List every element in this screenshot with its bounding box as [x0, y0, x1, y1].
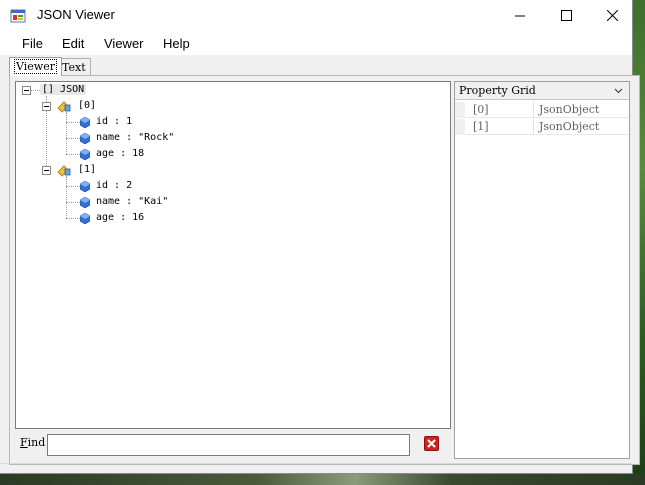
property-row[interactable]: [1] JsonObject: [455, 119, 629, 135]
window-title: JSON Viewer: [37, 7, 115, 22]
tab-text-label: Text: [62, 61, 86, 74]
tree-connector: [66, 186, 80, 187]
tree-connector: [66, 154, 80, 155]
tree-connector: [66, 138, 80, 139]
maximize-icon: [560, 10, 572, 21]
tree-leaf[interactable]: id : 1: [94, 115, 134, 129]
maximize-button[interactable]: [543, 0, 589, 31]
tree-leaf[interactable]: name : "Kai": [94, 195, 170, 209]
menu-help[interactable]: Help: [163, 36, 190, 51]
tree-connector: [66, 218, 80, 219]
tree-node-item[interactable]: [0]: [76, 99, 98, 113]
tree-leaf[interactable]: age : 18: [94, 147, 146, 161]
tree-connector: [31, 90, 40, 91]
json-property-icon: [80, 213, 90, 224]
property-separator: [533, 119, 534, 135]
close-icon: [606, 10, 618, 21]
tree-connector: [66, 112, 67, 154]
tree-leaf[interactable]: age : 16: [94, 211, 146, 225]
minimize-button[interactable]: [497, 0, 543, 31]
collapse-toggle-node-0[interactable]: [42, 102, 51, 111]
tree-leaf-label: id : 2: [96, 180, 133, 191]
property-row-gutter: [455, 119, 465, 135]
find-label: Find: [20, 436, 45, 449]
tree-connector: [66, 176, 67, 218]
tab-viewer-label: Viewer: [14, 59, 57, 74]
json-property-icon: [80, 133, 90, 144]
app-window: JSON Viewer File Edit Viewer Help Viewer…: [0, 0, 640, 474]
find-label-accelerator: F: [20, 436, 28, 449]
property-key: [0]: [473, 103, 489, 116]
property-value: JsonObject: [539, 120, 600, 133]
chevron-down-icon: [614, 88, 623, 94]
tree-node-label: [1]: [78, 164, 97, 175]
tab-text[interactable]: Text: [57, 58, 91, 76]
menu-viewer[interactable]: Viewer: [104, 36, 144, 51]
json-property-icon: [80, 149, 90, 160]
desktop-background: [0, 474, 645, 485]
tree-leaf-label: id : 1: [96, 116, 133, 127]
status-bar: [0, 463, 632, 464]
json-tree-view[interactable]: [] JSON [0] id : 1 name : "Rock" age : 1…: [15, 81, 451, 429]
tree-leaf-label: name : "Kai": [96, 196, 169, 207]
property-value: JsonObject: [539, 103, 600, 116]
tab-viewer[interactable]: Viewer: [9, 57, 62, 76]
json-property-icon: [80, 197, 90, 208]
property-grid: Property Grid [0] JsonObject [1] JsonObj…: [454, 81, 630, 459]
tree-leaf-label: age : 16: [96, 212, 145, 223]
tree-node-item[interactable]: [1]: [76, 163, 98, 177]
property-separator: [533, 102, 534, 118]
close-button[interactable]: [589, 0, 635, 31]
tree-node-root[interactable]: [] JSON: [40, 83, 87, 97]
menu-edit[interactable]: Edit: [62, 36, 84, 51]
minimize-icon: [515, 15, 525, 16]
collapse-toggle-root[interactable]: [22, 86, 31, 95]
property-row-gutter: [455, 102, 465, 118]
title-bar[interactable]: JSON Viewer: [0, 0, 632, 31]
tree-connector: [66, 202, 80, 203]
tree-leaf-label: age : 18: [96, 148, 145, 159]
tree-leaf[interactable]: name : "Rock": [94, 131, 176, 145]
json-object-icon: [57, 101, 71, 113]
property-grid-header[interactable]: Property Grid: [455, 82, 629, 100]
app-icon: [10, 9, 26, 23]
property-key: [1]: [473, 120, 489, 133]
property-row[interactable]: [0] JsonObject: [455, 102, 629, 118]
json-object-icon: [57, 165, 71, 177]
tree-node-label: [0]: [78, 100, 97, 111]
find-input[interactable]: [47, 434, 410, 456]
tree-leaf-label: name : "Rock": [96, 132, 175, 143]
collapse-toggle-node-1[interactable]: [42, 166, 51, 175]
tree-leaf[interactable]: id : 2: [94, 179, 134, 193]
menu-file[interactable]: File: [22, 36, 43, 51]
menu-bar: File Edit Viewer Help: [0, 31, 632, 55]
close-icon: [427, 439, 436, 448]
property-grid-title: Property Grid: [459, 84, 536, 97]
find-label-text: ind: [27, 436, 46, 449]
tree-node-label: [] JSON: [40, 84, 87, 95]
json-property-icon: [80, 117, 90, 128]
json-property-icon: [80, 181, 90, 192]
tree-connector: [66, 122, 80, 123]
clear-find-button[interactable]: [424, 436, 439, 451]
